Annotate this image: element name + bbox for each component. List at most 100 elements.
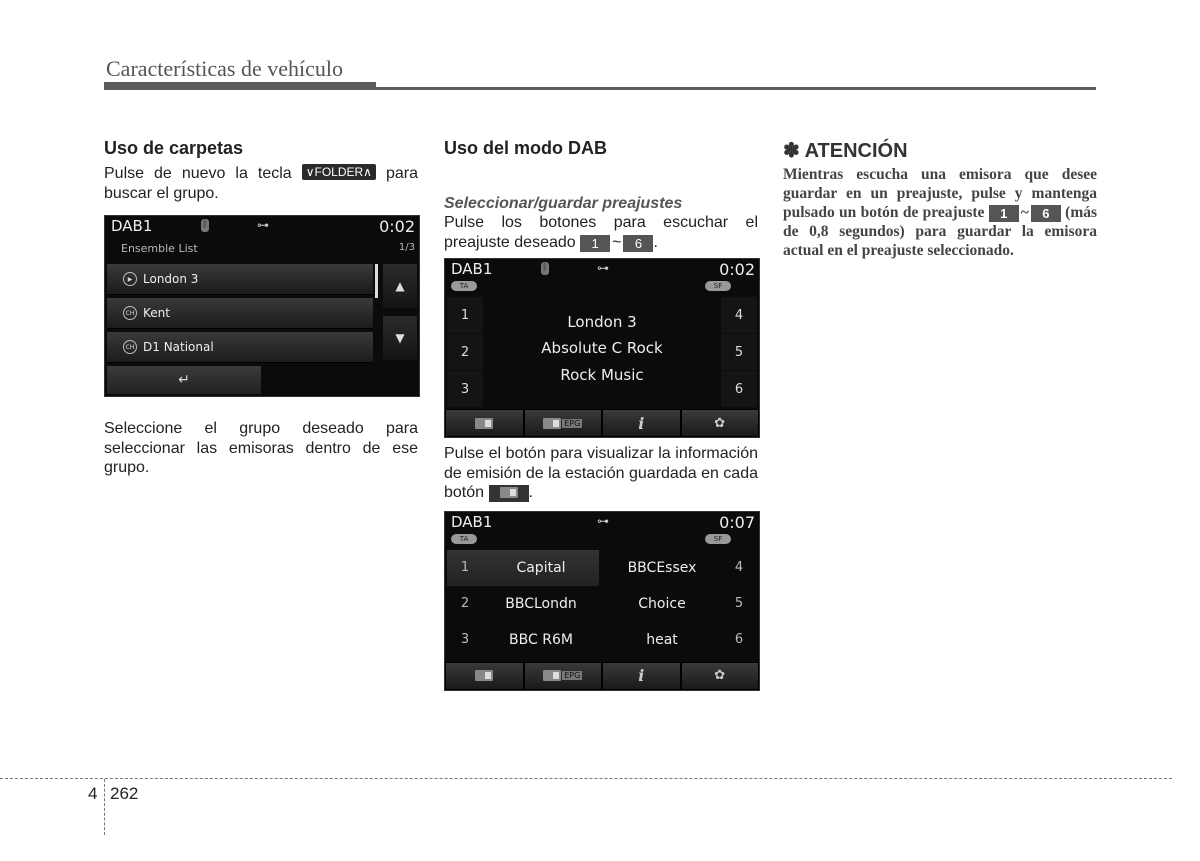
footer-divider-vertical xyxy=(104,779,105,835)
preset-list-button[interactable] xyxy=(446,662,523,689)
station-name: Absolute C Rock xyxy=(541,339,663,357)
list-item[interactable]: CH Kent xyxy=(107,298,373,329)
tilde: ~ xyxy=(1020,204,1029,221)
list-item-label: D1 National xyxy=(143,340,214,354)
preset-number: 2 xyxy=(460,596,470,611)
paragraph: Pulse el botón para visualizar la inform… xyxy=(444,444,758,503)
status-bar: DAB1 ᛒ ⊶ 0:02 xyxy=(445,259,759,279)
preset-cell[interactable]: 2 BBCLondn xyxy=(447,586,599,622)
preset-name: Capital xyxy=(516,559,566,576)
scroll-up-button[interactable]: ▲ xyxy=(383,264,417,308)
preset-cell[interactable]: Choice 5 xyxy=(603,586,757,622)
usb-icon: ⊶ xyxy=(257,218,269,232)
back-button[interactable]: ↵ xyxy=(107,366,261,394)
info-button[interactable]: i xyxy=(603,410,680,436)
list-item[interactable]: ▶ London 3 xyxy=(107,264,373,295)
ta-badge[interactable]: TA xyxy=(451,281,477,291)
radio-icon xyxy=(543,417,562,429)
ta-badge[interactable]: TA xyxy=(451,533,477,544)
dab-preset-list-screen: DAB1 ⊶ 0:07 TA SF 1 Capital 2 BBCLondn 3… xyxy=(444,510,760,691)
header-rule-thin xyxy=(376,87,1096,90)
mode-label: DAB1 xyxy=(451,260,493,278)
radio-icon xyxy=(543,670,562,681)
epg-icon: EPG xyxy=(562,671,583,680)
text: . xyxy=(528,484,533,501)
programme-type: Rock Music xyxy=(560,366,644,384)
preset-number: 5 xyxy=(734,596,744,611)
preset-key-1: 1 xyxy=(580,234,611,252)
sf-badge[interactable]: SF xyxy=(705,533,731,544)
preset-button-5[interactable]: 5 xyxy=(721,334,757,370)
header-rule xyxy=(104,82,376,90)
preset-button-6[interactable]: 6 xyxy=(721,371,757,407)
usb-icon: ⊶ xyxy=(597,261,609,275)
preset-key-6: 6 xyxy=(1030,205,1061,222)
preset-name: Choice xyxy=(638,595,686,612)
preset-number: 4 xyxy=(734,560,744,575)
bluetooth-icon: ᛒ xyxy=(541,262,549,275)
preset-key-6: 6 xyxy=(623,234,654,252)
radio-icon xyxy=(475,670,494,681)
preset-cell[interactable]: 3 BBC R6M xyxy=(447,622,599,658)
info-icon: i xyxy=(638,666,645,685)
arrow-down-icon: ▼ xyxy=(395,331,405,345)
preset-list-key xyxy=(488,485,529,502)
sf-badge[interactable]: SF xyxy=(705,281,731,291)
back-icon: ↵ xyxy=(178,372,190,388)
list-item-label: London 3 xyxy=(143,272,199,286)
folder-key: ∨FOLDER∧ xyxy=(301,164,376,180)
play-icon: ▶ xyxy=(123,272,137,286)
list-item[interactable]: CH D1 National xyxy=(107,332,373,363)
chapter-number: 4 xyxy=(88,784,98,803)
list-item-label: Kent xyxy=(143,306,170,320)
epg-button[interactable]: EPG xyxy=(524,410,601,436)
preset-name: BBC R6M xyxy=(509,631,573,648)
paragraph: Pulse los botones para escuchar el preaj… xyxy=(444,213,758,252)
info-button[interactable]: i xyxy=(603,662,680,689)
gear-icon: ✿ xyxy=(714,415,726,431)
epg-icon: EPG xyxy=(562,418,583,428)
bottom-toolbar: EPG i ✿ xyxy=(445,661,759,690)
preset-button-2[interactable]: 2 xyxy=(447,334,483,370)
paragraph: Pulse de nuevo la tecla ∨FOLDER∧ para bu… xyxy=(104,164,418,203)
text: Pulse de nuevo la tecla xyxy=(104,165,292,182)
column-caution: ✽ ATENCIÓN Mientras escucha una emisora … xyxy=(783,138,1097,260)
paragraph: Seleccione el grupo deseado para selecci… xyxy=(104,420,418,476)
clock: 0:07 xyxy=(719,512,755,532)
preset-cell[interactable]: heat 6 xyxy=(603,622,757,658)
text: . xyxy=(653,233,658,251)
column-dab-mode: Uso del modo DAB Seleccionar/guardar pre… xyxy=(444,138,760,691)
bluetooth-icon: ᛒ xyxy=(201,219,209,232)
settings-button[interactable]: ✿ xyxy=(681,410,758,436)
preset-button-1[interactable]: 1 xyxy=(447,297,483,333)
page-number: 262 xyxy=(110,784,139,803)
page-indicator: 1/3 xyxy=(398,242,415,253)
preset-number: 6 xyxy=(734,632,744,647)
preset-cell[interactable]: BBCEssex 4 xyxy=(603,550,757,586)
scrollbar[interactable] xyxy=(375,264,378,298)
gear-icon: ✿ xyxy=(714,668,726,683)
preset-list-button[interactable] xyxy=(446,410,523,436)
status-bar: DAB1 ⊶ 0:07 xyxy=(445,512,759,532)
channel-icon: CH xyxy=(123,340,137,354)
preset-name: BBCEssex xyxy=(627,559,697,576)
settings-button[interactable]: ✿ xyxy=(681,662,758,689)
clock: 0:02 xyxy=(719,260,755,279)
preset-number: 3 xyxy=(460,632,470,647)
preset-button-4[interactable]: 4 xyxy=(721,297,757,333)
preset-number: 1 xyxy=(460,560,470,575)
preset-name: BBCLondn xyxy=(505,595,577,612)
subheading: Seleccionar/guardar preajustes xyxy=(444,195,683,212)
clock: 0:02 xyxy=(379,217,415,236)
channel-icon: CH xyxy=(123,306,137,320)
preset-name: heat xyxy=(646,631,678,648)
scroll-down-button[interactable]: ▼ xyxy=(383,316,417,360)
caution-title: ✽ ATENCIÓN xyxy=(783,140,908,162)
preset-button-3[interactable]: 3 xyxy=(447,371,483,407)
radio-icon xyxy=(475,417,494,429)
section-heading: Uso del modo DAB xyxy=(444,138,608,158)
epg-button[interactable]: EPG xyxy=(524,662,601,689)
tilde: ~ xyxy=(612,233,622,251)
usb-icon: ⊶ xyxy=(597,513,609,528)
preset-cell[interactable]: 1 Capital xyxy=(447,549,599,586)
